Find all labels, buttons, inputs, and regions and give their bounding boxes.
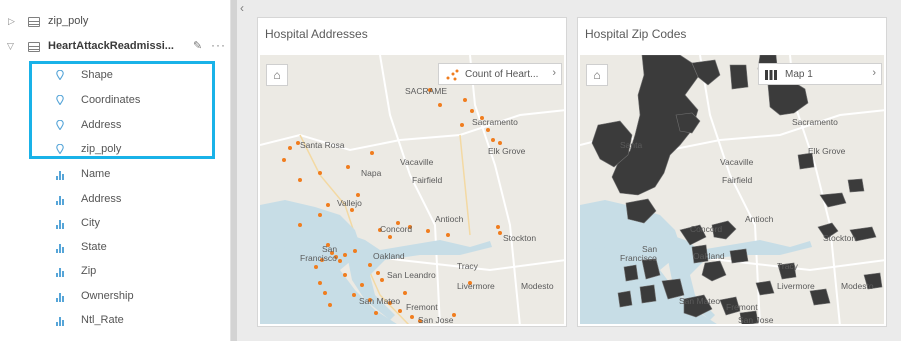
triangle-down-icon[interactable]: ▽ (7, 41, 14, 52)
place-label: Sacramento (792, 117, 838, 127)
place-label: Concord (690, 224, 723, 234)
map-hospital-addresses[interactable]: SACRAME Sacramento Santa Rosa Vacaville … (260, 55, 564, 324)
place-label: Sacramento (472, 117, 518, 127)
place-label: Napa (361, 168, 382, 178)
field-label: State (81, 241, 107, 253)
basemap (580, 55, 884, 324)
place-label: San Mateo (359, 296, 401, 306)
bar-chart-icon (56, 195, 66, 205)
card-title: Hospital Zip Codes (585, 27, 687, 41)
legend-label: Map 1 (785, 69, 813, 80)
chevron-left-icon[interactable]: ‹ (240, 1, 244, 15)
bar-chart-icon (56, 267, 66, 277)
bar-chart-icon (56, 292, 66, 302)
field-address[interactable]: Address (0, 187, 231, 211)
place-label: Fairfield (412, 175, 443, 185)
place-label: Francisco (300, 253, 337, 263)
dataset-table-icon (28, 42, 40, 52)
chevron-right-icon: › (872, 67, 876, 79)
place-label: Fremont (726, 302, 758, 312)
dataset-table-icon (28, 17, 40, 27)
home-button[interactable]: ⌂ (586, 64, 608, 86)
place-label: Oakland (373, 251, 405, 261)
place-label: Stockton (503, 233, 537, 243)
place-label: Antioch (435, 214, 464, 224)
dataset-name: HeartAttackReadmissi... (48, 40, 174, 52)
place-label: San Leandro (387, 270, 436, 280)
legend-button[interactable]: Map 1 › (758, 63, 882, 85)
field-label: Ntl_Rate (81, 314, 124, 326)
home-icon: ⌂ (593, 68, 601, 82)
bar-chart-icon (56, 170, 66, 180)
location-fields-highlight (29, 61, 215, 159)
place-label: Livermore (457, 281, 495, 291)
map-hospital-zip-codes[interactable]: Sacramento Santa Vacaville Elk Grove Fai… (580, 55, 884, 324)
home-icon: ⌂ (273, 68, 281, 82)
place-label: San Mateo (679, 296, 721, 306)
place-label: Vacaville (400, 157, 434, 167)
data-pane: ▷ zip_poly ▽ HeartAttackReadmissi... ✎ ·… (0, 0, 231, 341)
triangle-right-icon[interactable]: ▷ (8, 16, 15, 27)
polygon-legend-icon (765, 70, 777, 80)
home-button[interactable]: ⌂ (266, 64, 288, 86)
dataset-heart-attack[interactable]: ▽ HeartAttackReadmissi... ✎ ··· (0, 35, 231, 59)
place-label: Elk Grove (488, 146, 526, 156)
chevron-right-icon: › (552, 67, 556, 79)
field-city[interactable]: City (0, 211, 231, 235)
place-label: SACRAME (405, 86, 448, 96)
place-label: Concord (380, 224, 413, 234)
field-label: City (81, 217, 100, 229)
page-canvas: ‹ Hospital Addresses SACRAME Sacramento … (237, 0, 901, 341)
field-state[interactable]: State (0, 235, 231, 259)
place-label: Santa Rosa (300, 140, 345, 150)
bar-chart-icon (56, 243, 66, 253)
place-label: San Jose (418, 315, 454, 324)
place-label: Fairfield (722, 175, 753, 185)
dataset-name: zip_poly (48, 15, 89, 27)
card-hospital-zip-codes[interactable]: Hospital Zip Codes Sacramento Santa Vaca… (577, 17, 887, 327)
place-label: Tracy (777, 261, 798, 271)
place-label: Modesto (841, 281, 874, 291)
place-label: San Jose (738, 315, 774, 324)
place-label: Antioch (745, 214, 774, 224)
legend-button[interactable]: Count of Heart... › (438, 63, 562, 85)
place-label: Stockton (823, 233, 857, 243)
field-label: Address (81, 193, 122, 205)
bar-chart-icon (56, 316, 66, 326)
place-label: Elk Grove (808, 146, 846, 156)
place-label: Fremont (406, 302, 438, 312)
place-label: Francisco (620, 253, 657, 263)
card-hospital-addresses[interactable]: Hospital Addresses SACRAME Sacramento Sa… (257, 17, 567, 327)
place-label: Livermore (777, 281, 815, 291)
place-label: Modesto (521, 281, 554, 291)
card-title: Hospital Addresses (265, 27, 368, 41)
point-legend-icon (446, 69, 459, 81)
field-label: Ownership (81, 290, 134, 302)
field-ntl-rate[interactable]: Ntl_Rate (0, 308, 231, 332)
place-label: Vallejo (337, 198, 362, 208)
ellipsis-icon[interactable]: ··· (211, 38, 226, 52)
field-label: Zip (81, 265, 97, 277)
place-label: Vacaville (720, 157, 754, 167)
field-zip[interactable]: Zip (0, 259, 231, 283)
place-label: Santa (620, 140, 643, 150)
field-label: Name (81, 168, 111, 180)
pencil-icon[interactable]: ✎ (193, 39, 202, 52)
place-label: Oakland (693, 251, 725, 261)
place-label: Tracy (457, 261, 478, 271)
bar-chart-icon (56, 219, 66, 229)
field-ownership[interactable]: Ownership (0, 284, 231, 308)
field-name[interactable]: Name (0, 162, 231, 186)
legend-label: Count of Heart... (465, 69, 539, 80)
dataset-zip-poly[interactable]: ▷ zip_poly (0, 10, 231, 34)
